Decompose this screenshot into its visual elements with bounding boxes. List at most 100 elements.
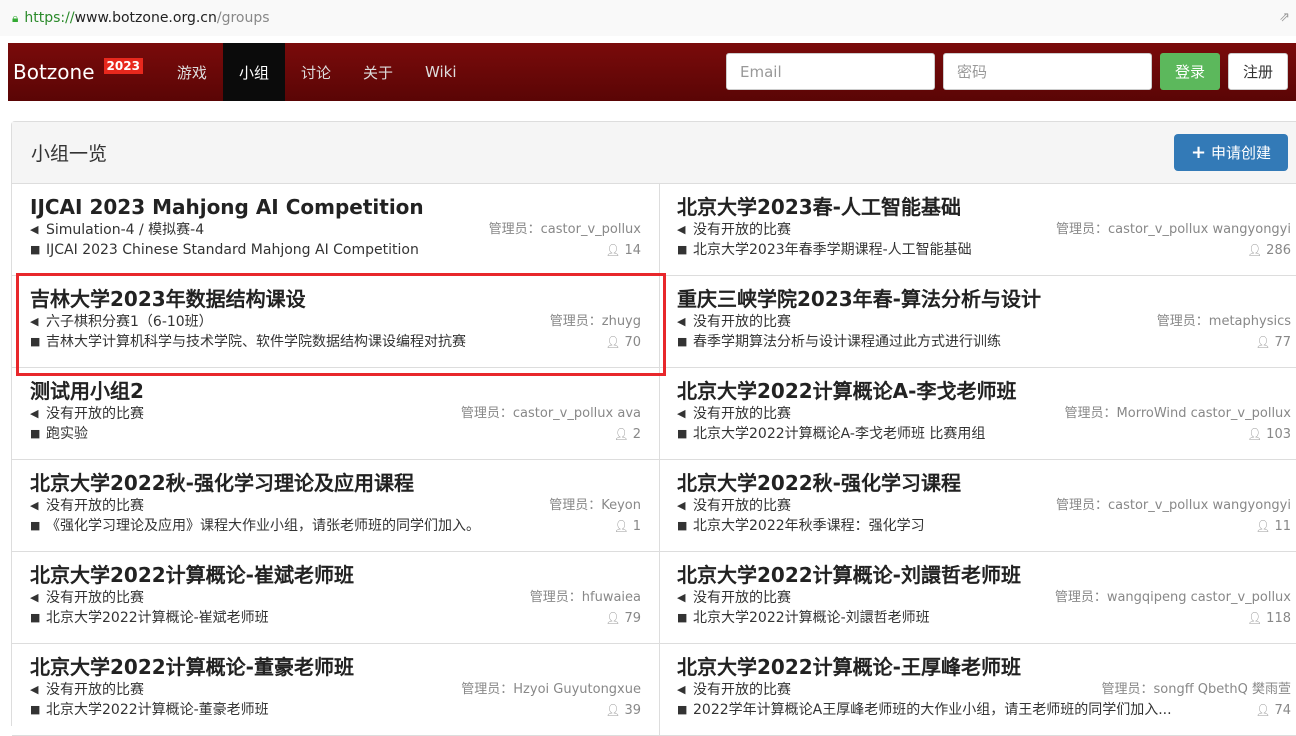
admin-names: castor_v_pollux wangyongyi	[1107, 222, 1291, 237]
member-count: 👤︎ 11	[1255, 516, 1291, 537]
group-desc-row: ■ 《强化学习理论及应用》课程大作业小组，请张老师班的同学们加入。 👤︎ 1	[30, 516, 641, 536]
group-contest[interactable]: 没有开放的比赛	[693, 404, 791, 424]
comment-icon: ■	[677, 335, 688, 348]
group-description: 《强化学习理论及应用》课程大作业小组，请张老师班的同学们加入。	[46, 518, 480, 534]
group-grid: IJCAI 2023 Mahjong AI Competition ◀ Simula…	[12, 184, 1296, 736]
brand-name: Botzone	[13, 60, 95, 84]
group-card[interactable]: 北京大学2022计算概论-董豪老师班 ◀ 没有开放的比赛 管理员：Hzyoi Guyu…	[12, 644, 660, 736]
group-contest[interactable]: 没有开放的比赛	[693, 312, 791, 332]
group-admins: 管理员：metaphysics	[1157, 312, 1291, 332]
nav-item-wiki[interactable]: Wiki	[409, 43, 473, 101]
group-contest[interactable]: 没有开放的比赛	[693, 220, 791, 240]
comment-icon: ■	[677, 611, 688, 624]
member-count-value: 11	[1274, 519, 1291, 534]
admin-prefix: 管理员：	[1055, 498, 1108, 513]
group-contest[interactable]: 没有开放的比赛	[46, 588, 144, 608]
admin-prefix: 管理员：	[1156, 314, 1209, 329]
group-name[interactable]: 北京大学2022计算概论A-李戈老师班	[677, 378, 1291, 404]
group-contest[interactable]: 没有开放的比赛	[46, 496, 144, 516]
group-card[interactable]: 北京大学2022秋-强化学习课程 ◀ 没有开放的比赛 管理员：castor_v_pol…	[660, 460, 1296, 552]
member-count: 👤︎ 77	[1255, 332, 1291, 353]
group-contest-row: ◀ 没有开放的比赛 管理员：wangqipeng castor_v_pollux	[677, 588, 1291, 608]
group-name[interactable]: IJCAI 2023 Mahjong AI Competition	[30, 194, 641, 220]
group-card[interactable]: 北京大学2023春-人工智能基础 ◀ 没有开放的比赛 管理员：castor_v_pol…	[660, 184, 1296, 276]
group-card[interactable]: 北京大学2022计算概论A-李戈老师班 ◀ 没有开放的比赛 管理员：MorroWind…	[660, 368, 1296, 460]
group-name[interactable]: 重庆三峡学院2023年春-算法分析与设计	[677, 286, 1291, 312]
comment-icon: ■	[30, 427, 41, 440]
apply-create-button[interactable]: + 申请创建	[1174, 134, 1288, 171]
member-count-value: 74	[1274, 703, 1291, 718]
group-admins: 管理员：wangqipeng castor_v_pollux	[1055, 588, 1291, 608]
admin-prefix: 管理员：	[1055, 222, 1108, 237]
group-contest-row: ◀ 没有开放的比赛 管理员：castor_v_pollux wangyongyi	[677, 220, 1291, 240]
admin-prefix: 管理员：	[529, 590, 582, 605]
nav-item-games[interactable]: 游戏	[161, 43, 223, 101]
page-title: 小组一览	[31, 143, 108, 165]
group-name[interactable]: 北京大学2022计算概论-崔斌老师班	[30, 562, 641, 588]
member-count-value: 14	[624, 243, 641, 258]
panel-header: 小组一览 + 申请创建	[12, 122, 1296, 184]
group-contest-row: ◀ 没有开放的比赛 管理员：songff QbethQ 樊雨萱	[677, 680, 1291, 700]
group-card[interactable]: 测试用小组2 ◀ 没有开放的比赛 管理员：castor_v_pollux ava ■ 跑实…	[12, 368, 660, 460]
group-name[interactable]: 北京大学2022秋-强化学习理论及应用课程	[30, 470, 641, 496]
megaphone-icon: ◀	[30, 407, 39, 420]
comment-icon: ■	[677, 519, 688, 532]
login-button[interactable]: 登录	[1160, 53, 1220, 90]
group-name[interactable]: 北京大学2022计算概论-董豪老师班	[30, 654, 641, 680]
address-bar[interactable]: 🔒︎ https://www.botzone.org.cn/groups ⇗	[0, 0, 1296, 36]
nav-item-about[interactable]: 关于	[347, 43, 409, 101]
group-card[interactable]: IJCAI 2023 Mahjong AI Competition ◀ Simula…	[12, 184, 660, 276]
group-contest[interactable]: Simulation-4 / 模拟赛-4	[46, 220, 204, 240]
nav-item-discussion[interactable]: 讨论	[285, 43, 347, 101]
group-contest[interactable]: 没有开放的比赛	[46, 680, 144, 700]
group-name[interactable]: 北京大学2022计算概论-刘譞哲老师班	[677, 562, 1291, 588]
top-navbar: Botzone 2023 游戏 小组 讨论 关于 Wiki Email 密码 登…	[8, 43, 1296, 101]
group-name[interactable]: 北京大学2022秋-强化学习课程	[677, 470, 1291, 496]
group-card[interactable]: 北京大学2022计算概论-王厚峰老师班 ◀ 没有开放的比赛 管理员：songff Qb…	[660, 644, 1296, 736]
user-icon: 👤︎	[613, 427, 629, 441]
register-button[interactable]: 注册	[1228, 53, 1288, 90]
user-icon: 👤︎	[1246, 427, 1263, 441]
megaphone-icon: ◀	[677, 407, 686, 420]
group-admins: 管理员：hfuwaiea	[530, 588, 641, 608]
member-count: 👤︎ 14	[605, 240, 641, 261]
admin-names: Hzyoi Guyutongxue	[513, 682, 641, 697]
megaphone-icon: ◀	[30, 683, 39, 696]
brand-logo[interactable]: Botzone 2023	[8, 58, 143, 84]
group-card[interactable]: 北京大学2022秋-强化学习理论及应用课程 ◀ 没有开放的比赛 管理员：Keyon ■ 《…	[12, 460, 660, 552]
group-contest[interactable]: 没有开放的比赛	[693, 588, 791, 608]
email-input[interactable]: Email	[726, 53, 935, 90]
admin-names: MorroWind castor_v_pollux	[1116, 406, 1291, 421]
group-name[interactable]: 北京大学2022计算概论-王厚峰老师班	[677, 654, 1291, 680]
member-count: 👤︎ 74	[1255, 700, 1291, 721]
group-contest-row: ◀ 没有开放的比赛 管理员：castor_v_pollux wangyongyi	[677, 496, 1291, 516]
group-name[interactable]: 测试用小组2	[30, 378, 641, 404]
group-desc-row: ■ 北京大学2022计算概论-董豪老师班 👤︎ 39	[30, 700, 641, 720]
group-name[interactable]: 北京大学2023春-人工智能基础	[677, 194, 1291, 220]
comment-icon: ■	[677, 703, 688, 716]
password-input[interactable]: 密码	[943, 53, 1152, 90]
comment-icon: ■	[30, 243, 41, 256]
group-contest[interactable]: 没有开放的比赛	[693, 680, 791, 700]
user-icon: 👤︎	[605, 611, 621, 625]
group-desc-row: ■ 2022学年计算概论A王厚峰老师班的大作业小组，请王老师班的同学们加入... 👤…	[677, 700, 1291, 720]
comment-icon: ■	[677, 243, 688, 256]
admin-prefix: 管理员：	[488, 222, 541, 237]
user-icon: 👤︎	[605, 243, 621, 257]
nav-item-groups[interactable]: 小组	[222, 43, 285, 101]
highlight-box	[16, 273, 666, 376]
group-admins: 管理员：songff QbethQ 樊雨萱	[1101, 680, 1291, 700]
group-card[interactable]: 北京大学2022计算概论-刘譞哲老师班 ◀ 没有开放的比赛 管理员：wangqipen…	[660, 552, 1296, 644]
share-icon[interactable]: ⇗	[1279, 10, 1290, 25]
group-admins: 管理员：Hzyoi Guyutongxue	[461, 680, 641, 700]
url-scheme: https://	[24, 10, 75, 26]
group-contest[interactable]: 没有开放的比赛	[46, 404, 144, 424]
group-contest[interactable]: 没有开放的比赛	[693, 496, 791, 516]
member-count-value: 103	[1266, 427, 1291, 442]
member-count: 👤︎ 2	[613, 424, 641, 445]
user-icon: 👤︎	[1255, 519, 1271, 533]
group-card[interactable]: 北京大学2022计算概论-崔斌老师班 ◀ 没有开放的比赛 管理员：hfuwaiea ■ 北…	[12, 552, 660, 644]
group-card[interactable]: 重庆三峡学院2023年春-算法分析与设计 ◀ 没有开放的比赛 管理员：metaphys…	[660, 276, 1296, 368]
member-count: 👤︎ 103	[1247, 424, 1291, 445]
group-description: 跑实验	[46, 426, 88, 442]
